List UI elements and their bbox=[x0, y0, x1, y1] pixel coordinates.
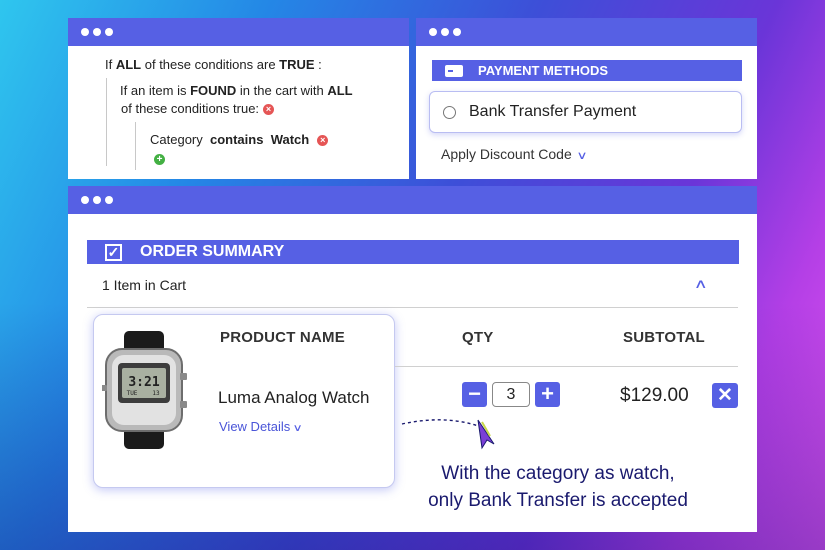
text: TRUE bbox=[279, 57, 315, 72]
divider bbox=[87, 307, 738, 308]
add-condition-icon[interactable]: + bbox=[154, 154, 165, 165]
order-summary-window: ✓ ORDER SUMMARY 1 Item in Cart ∧ 3:21 TU… bbox=[68, 186, 757, 532]
check-icon: ✓ bbox=[105, 243, 122, 261]
order-summary-header: ✓ ORDER SUMMARY bbox=[87, 240, 739, 264]
tree-line bbox=[106, 78, 107, 166]
plus-icon[interactable]: + bbox=[535, 382, 560, 407]
note-line: With the category as watch, bbox=[441, 463, 675, 484]
payment-window: PAYMENT METHODS Bank Transfer Payment Ap… bbox=[416, 18, 757, 179]
remove-condition-icon[interactable]: × bbox=[317, 135, 329, 147]
text: ALL bbox=[115, 57, 142, 72]
note-line: only Bank Transfer is accepted bbox=[428, 490, 688, 511]
window-titlebar bbox=[416, 18, 757, 46]
condition-rule: Category contains Watch × bbox=[150, 132, 329, 147]
payment-methods-header: PAYMENT METHODS bbox=[432, 60, 742, 81]
card-icon bbox=[445, 64, 463, 77]
radio-button[interactable] bbox=[443, 105, 456, 119]
discount-label: Apply Discount Code bbox=[441, 146, 572, 162]
rule-attribute[interactable]: Category bbox=[150, 132, 203, 147]
conditions-window: If ALL of these conditions are TRUE : If… bbox=[68, 18, 409, 179]
column-header-subtotal: SUBTOTAL bbox=[623, 329, 705, 346]
apply-discount-toggle[interactable]: Apply Discount Code ∨ bbox=[441, 146, 588, 162]
cursor-icon bbox=[477, 419, 495, 450]
text: ALL bbox=[327, 83, 353, 98]
window-dot bbox=[429, 28, 437, 36]
window-dot bbox=[81, 196, 89, 204]
text: : bbox=[314, 57, 322, 72]
quantity-input[interactable]: 3 bbox=[492, 382, 530, 407]
rule-operator[interactable]: contains bbox=[210, 132, 263, 147]
view-details-label: View Details bbox=[219, 419, 291, 434]
text: in the cart with bbox=[236, 83, 328, 98]
close-icon[interactable]: ✕ bbox=[712, 383, 738, 408]
column-header-product: PRODUCT NAME bbox=[220, 329, 345, 346]
section-title: PAYMENT METHODS bbox=[478, 63, 609, 78]
view-details-link[interactable]: View Details ∨ bbox=[219, 419, 304, 434]
condition-line-2: If an item is FOUND in the cart with ALL bbox=[120, 83, 353, 98]
payment-option-bank-transfer[interactable]: Bank Transfer Payment bbox=[429, 91, 742, 133]
window-titlebar bbox=[68, 18, 409, 46]
watch-day: TUE bbox=[127, 390, 138, 397]
condition-line-1: If ALL of these conditions are TRUE : bbox=[105, 57, 322, 72]
window-titlebar bbox=[68, 186, 757, 214]
condition-line-3: of these conditions true: × bbox=[121, 101, 275, 116]
window-dot bbox=[93, 28, 101, 36]
section-title: ORDER SUMMARY bbox=[140, 243, 285, 260]
text: of these conditions are bbox=[141, 57, 280, 72]
column-header-qty: QTY bbox=[462, 329, 494, 346]
product-name[interactable]: Luma Analog Watch bbox=[218, 388, 370, 408]
text: If bbox=[105, 57, 116, 72]
window-dot bbox=[105, 28, 113, 36]
tree-line bbox=[135, 122, 136, 170]
chevron-up-icon[interactable]: ∧ bbox=[694, 276, 708, 292]
remove-condition-icon[interactable]: × bbox=[263, 104, 275, 116]
watch-date: 13 bbox=[152, 390, 160, 397]
payment-option-label: Bank Transfer Payment bbox=[469, 103, 637, 120]
watch-time: 3:21 bbox=[128, 375, 159, 390]
annotation-arrow bbox=[401, 419, 495, 450]
window-dot bbox=[105, 196, 113, 204]
text: of these conditions true: bbox=[121, 101, 260, 116]
window-dot bbox=[453, 28, 461, 36]
items-in-cart: 1 Item in Cart bbox=[102, 277, 187, 293]
chevron-down-icon: ∨ bbox=[292, 423, 304, 434]
minus-icon[interactable]: − bbox=[462, 382, 487, 407]
window-dot bbox=[441, 28, 449, 36]
text: FOUND bbox=[190, 83, 237, 98]
annotation-note: With the category as watch, only Bank Tr… bbox=[408, 460, 708, 514]
product-image: 3:21 TUE 13 bbox=[102, 331, 187, 449]
rule-value[interactable]: Watch bbox=[271, 132, 310, 147]
window-dot bbox=[81, 28, 89, 36]
divider bbox=[395, 366, 738, 367]
text: If an item is bbox=[120, 83, 191, 98]
chevron-down-icon: ∨ bbox=[576, 150, 588, 162]
window-dot bbox=[93, 196, 101, 204]
product-subtotal: $129.00 bbox=[620, 385, 689, 406]
